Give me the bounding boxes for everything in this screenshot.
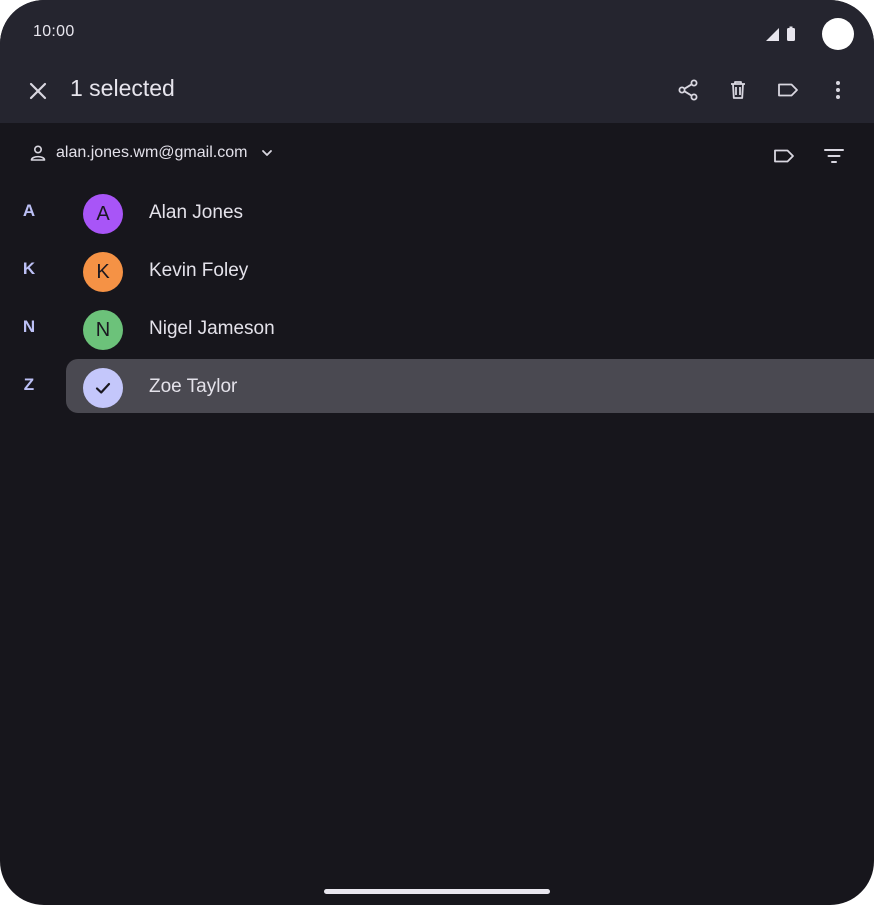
camera-cutout: [822, 17, 854, 50]
contact-row-nigel-jameson[interactable]: N N Nigel Jameson: [0, 302, 874, 356]
person-icon: [30, 145, 46, 161]
status-icons: [764, 17, 854, 50]
share-button[interactable]: [674, 76, 702, 104]
filter-button[interactable]: [820, 142, 848, 170]
contact-row-alan-jones[interactable]: A A Alan Jones: [0, 186, 874, 240]
status-time: 10:00: [33, 23, 75, 40]
avatar: K: [83, 252, 123, 292]
selection-count-title: 1 selected: [70, 75, 175, 101]
filter-icon: [824, 149, 844, 163]
contact-name: Zoe Taylor: [149, 376, 238, 397]
close-selection-button[interactable]: [24, 77, 52, 105]
account-email: alan.jones.wm@gmail.com: [56, 144, 248, 161]
contact-name: Alan Jones: [149, 202, 244, 223]
share-icon: [678, 79, 698, 101]
more-options-button[interactable]: [824, 76, 852, 104]
contact-name: Nigel Jameson: [149, 318, 275, 339]
more-vert-icon: [836, 81, 840, 99]
delete-icon: [731, 81, 745, 99]
contact-name: Kevin Foley: [149, 260, 249, 281]
contact-row-kevin-foley[interactable]: K K Kevin Foley: [0, 244, 874, 298]
label-icon: [774, 149, 794, 163]
label-icon: [778, 83, 798, 97]
account-selector[interactable]: alan.jones.wm@gmail.com: [28, 143, 275, 163]
section-letter: Z: [23, 375, 35, 394]
labels-button[interactable]: [770, 142, 798, 170]
section-letter: K: [22, 259, 36, 278]
app-bar-actions: [674, 76, 852, 104]
contact-list: A A Alan Jones K K Kevin Foley N N Nigel…: [0, 186, 874, 418]
section-letter: N: [22, 317, 36, 336]
section-letter: A: [22, 201, 36, 220]
chevron-down-icon: [262, 150, 273, 156]
list-actions: [770, 142, 848, 170]
signal-icon: [766, 27, 779, 41]
avatar: N: [83, 310, 123, 350]
gesture-nav-handle[interactable]: [324, 889, 550, 894]
battery-icon: [787, 26, 795, 41]
avatar-selected: [83, 368, 123, 408]
top-app-bar: 10:00 1 selected: [0, 0, 874, 123]
contacts-screen: 10:00 1 selected alan.jones.wm@gmail.com…: [0, 0, 874, 905]
avatar: A: [83, 194, 123, 234]
delete-button[interactable]: [724, 76, 752, 104]
check-icon: [95, 382, 111, 394]
close-icon: [29, 82, 47, 100]
label-button[interactable]: [774, 76, 802, 104]
contact-row-zoe-taylor[interactable]: Z Zoe Taylor: [0, 359, 874, 414]
